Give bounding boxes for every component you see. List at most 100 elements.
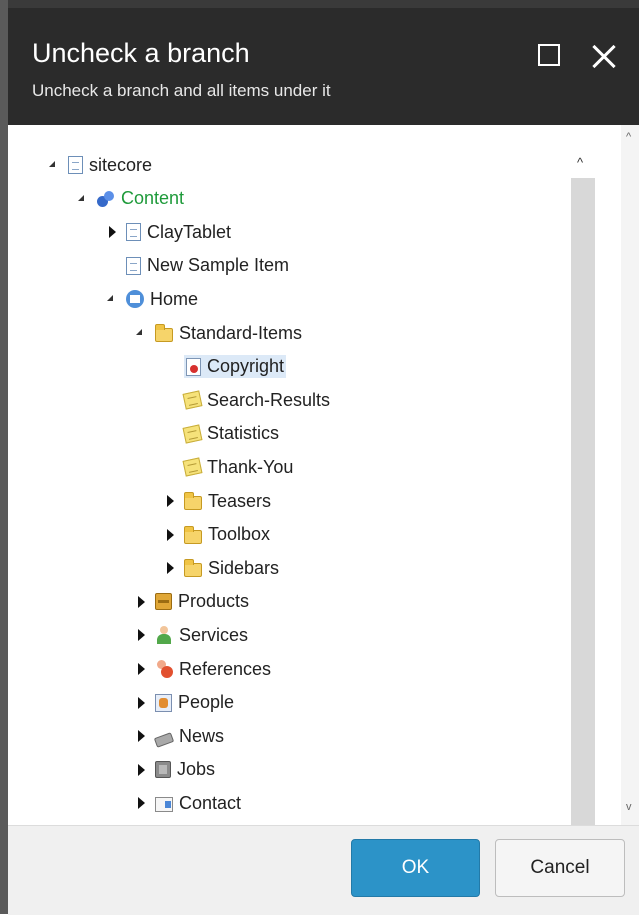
collapse-toggle-icon[interactable] <box>104 291 120 307</box>
tree-node-content[interactable]: Home <box>126 289 198 310</box>
tree-node[interactable]: References <box>133 655 271 683</box>
tree-node[interactable]: News <box>133 722 224 750</box>
tree-node-content[interactable]: sitecore <box>68 155 152 176</box>
jobs-icon <box>155 761 171 779</box>
dialog-subtitle: Uncheck a branch and all items under it <box>32 81 331 100</box>
collapse-toggle-icon[interactable] <box>75 191 91 207</box>
tree-scroll-thumb[interactable] <box>571 178 595 850</box>
tree-scroll-up-icon[interactable]: ^ <box>577 155 583 170</box>
collapse-toggle-icon[interactable] <box>46 157 62 173</box>
expand-toggle-icon[interactable] <box>162 527 178 543</box>
tree-node[interactable]: Standard-Items <box>133 319 302 347</box>
tree-node[interactable]: sitecore <box>46 151 152 179</box>
document-icon <box>126 223 141 242</box>
tree-node[interactable]: ClayTablet <box>104 218 231 246</box>
tree-node[interactable]: Products <box>133 588 249 616</box>
tree-node[interactable]: Sidebars <box>162 554 279 582</box>
dialog-title: Uncheck a branch <box>32 38 250 68</box>
outer-scroll-down-icon[interactable]: v <box>626 801 632 813</box>
tree-node-label: Products <box>178 591 250 612</box>
folder-icon <box>184 559 202 578</box>
toggle-spacer <box>162 426 178 442</box>
tree-node-label: Home <box>150 288 199 309</box>
tree-node-content[interactable]: Services <box>155 625 248 646</box>
ok-button[interactable]: OK <box>351 839 480 897</box>
expand-toggle-icon[interactable] <box>133 695 149 711</box>
contact-icon <box>155 796 173 812</box>
tree-node-content[interactable]: Teasers <box>184 491 271 512</box>
expand-toggle-icon[interactable] <box>162 560 178 576</box>
tree-node-label: Teasers <box>208 490 272 511</box>
tree-node-label: sitecore <box>89 154 153 175</box>
tree-scrollbar[interactable]: ^ <box>570 150 596 850</box>
tree-node[interactable]: Teasers <box>162 487 271 515</box>
tree-node-content[interactable]: Sidebars <box>184 558 279 579</box>
tree-node[interactable]: Search-Results <box>162 386 330 414</box>
tree-node[interactable]: Copyright <box>162 353 287 381</box>
tree-node-label: Standard-Items <box>179 322 303 343</box>
tree-node-content[interactable]: Contact <box>155 793 241 814</box>
tree-node[interactable]: Contact <box>133 789 241 817</box>
tree-node-content[interactable]: Content <box>97 188 184 209</box>
tree-node-label: People <box>178 692 235 713</box>
tree-node-content[interactable]: New Sample Item <box>126 255 289 276</box>
tree-node-content[interactable]: Standard-Items <box>155 323 302 344</box>
top-strip <box>0 0 639 8</box>
expand-toggle-icon[interactable] <box>133 627 149 643</box>
home-icon <box>126 290 144 309</box>
tree-node-content[interactable]: Toolbox <box>184 524 270 545</box>
tree-node[interactable]: People <box>133 689 234 717</box>
tree-node[interactable]: Content <box>75 185 184 213</box>
expand-toggle-icon[interactable] <box>133 661 149 677</box>
tree-node-content[interactable]: Thank-You <box>182 457 293 478</box>
expand-toggle-icon[interactable] <box>133 594 149 610</box>
tree-node-label: New Sample Item <box>147 255 290 276</box>
toggle-spacer <box>162 459 178 475</box>
expand-toggle-icon[interactable] <box>162 493 178 509</box>
tree-node-content[interactable]: Statistics <box>182 423 279 444</box>
document-icon <box>68 156 83 174</box>
content-icon <box>97 190 115 208</box>
tree-node[interactable]: Jobs <box>133 756 215 784</box>
cancel-button[interactable]: Cancel <box>495 839 625 897</box>
tree-node[interactable]: Toolbox <box>162 521 270 549</box>
folder-icon <box>184 525 202 544</box>
outer-scrollbar[interactable]: ^ v <box>621 125 639 825</box>
note-icon <box>182 457 203 477</box>
tree-node-content[interactable]: People <box>155 692 234 713</box>
tree-node[interactable]: New Sample Item <box>104 252 289 280</box>
expand-toggle-icon[interactable] <box>104 224 120 240</box>
tree-node-label: References <box>179 658 272 679</box>
folder-icon <box>155 324 173 342</box>
expand-toggle-icon[interactable] <box>133 762 149 778</box>
selected-item[interactable]: Copyright <box>184 355 287 379</box>
dialog-footer: OK Cancel <box>8 825 639 915</box>
tree-node[interactable]: Services <box>133 621 248 649</box>
tree-node-label: Search-Results <box>207 389 331 410</box>
maximize-icon[interactable] <box>532 38 570 76</box>
box-icon <box>155 593 172 611</box>
tree-node-label: Contact <box>179 792 242 813</box>
tree-node[interactable]: Home <box>104 285 198 313</box>
tree-node-content[interactable]: News <box>153 725 225 748</box>
tree-node[interactable]: Thank-You <box>162 453 293 481</box>
left-edge <box>0 0 8 914</box>
tree-node[interactable]: Statistics <box>162 420 279 448</box>
tree-node-label: Toolbox <box>208 524 271 545</box>
outer-scroll-up-icon[interactable]: ^ <box>626 131 631 143</box>
tree-node-content[interactable]: ClayTablet <box>126 222 231 243</box>
collapse-toggle-icon[interactable] <box>133 325 149 341</box>
tree-node-content[interactable]: Jobs <box>155 759 215 780</box>
tree-node-content[interactable]: References <box>155 659 271 680</box>
tree-node-label: News <box>179 725 225 746</box>
tree-node-content[interactable]: Products <box>155 591 249 612</box>
tree-container: sitecore Content ClayTablet New Sample Item… <box>8 140 598 825</box>
tree-node-content[interactable]: Search-Results <box>182 389 331 411</box>
expand-toggle-icon[interactable] <box>133 728 149 744</box>
dialog-header: Uncheck a branch Uncheck a branch and al… <box>8 8 639 125</box>
document-icon <box>126 256 141 275</box>
expand-toggle-icon[interactable] <box>133 795 149 811</box>
toggle-spacer <box>162 392 178 408</box>
tree-node-label: Jobs <box>177 759 216 780</box>
close-icon[interactable] <box>586 38 624 76</box>
